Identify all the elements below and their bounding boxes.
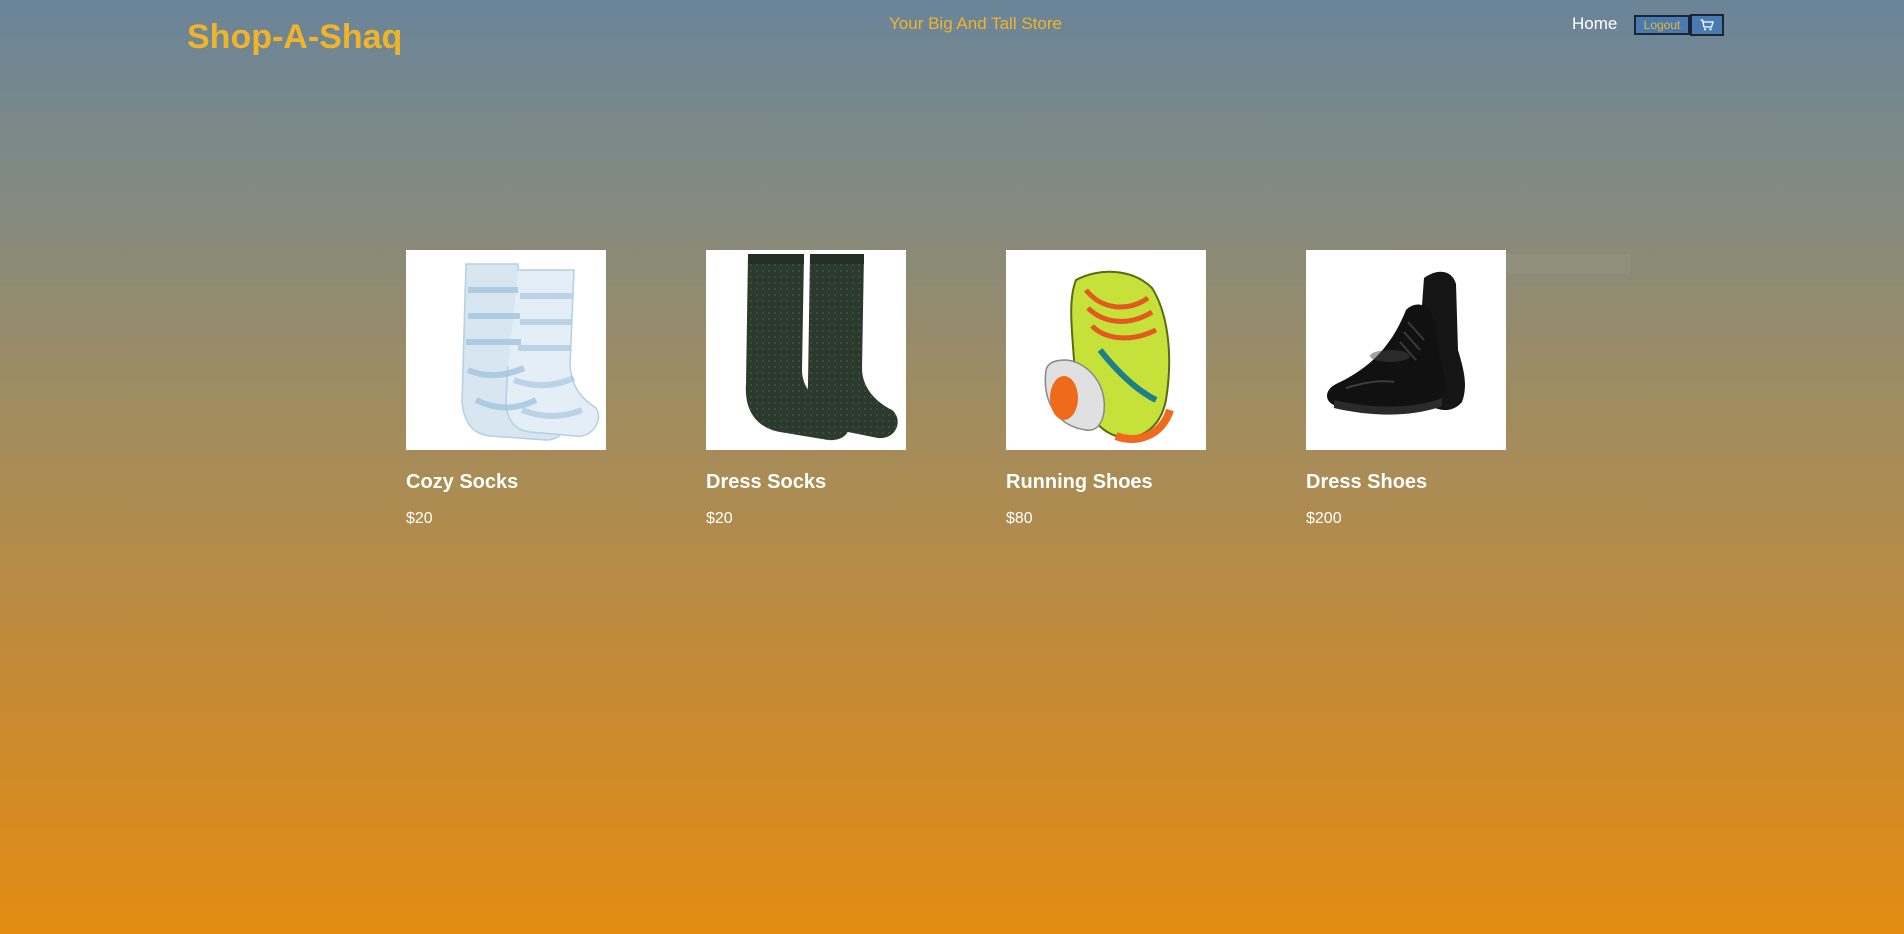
dress-shoes-image[interactable]	[1306, 250, 1506, 450]
running-shoes-image[interactable]	[1006, 250, 1206, 450]
product-name[interactable]: Dress Shoes	[1306, 471, 1506, 494]
cart-button[interactable]	[1690, 14, 1724, 36]
cart-icon	[1700, 19, 1714, 31]
dress-socks-image[interactable]	[706, 250, 906, 450]
cozy-socks-image[interactable]	[406, 250, 606, 450]
product-card[interactable]: Dress Socks $20	[706, 250, 906, 528]
logout-button[interactable]: Logout	[1634, 15, 1690, 35]
product-card[interactable]: Running Shoes $80	[1006, 250, 1206, 528]
product-name[interactable]: Dress Socks	[706, 471, 906, 494]
product-price: $20	[706, 510, 733, 527]
site-tagline: Your Big And Tall Store	[889, 14, 1062, 33]
product-name[interactable]: Cozy Socks	[406, 471, 606, 494]
product-price: $20	[406, 510, 433, 527]
product-card[interactable]: Cozy Socks $20	[406, 250, 606, 528]
product-name[interactable]: Running Shoes	[1006, 471, 1206, 494]
nav-home-link[interactable]: Home	[1572, 14, 1617, 34]
product-price: $200	[1306, 510, 1342, 527]
product-price: $80	[1006, 510, 1033, 527]
site-logo[interactable]: Shop-A-Shaq	[187, 18, 402, 57]
product-card[interactable]: Dress Shoes $200	[1306, 250, 1506, 528]
